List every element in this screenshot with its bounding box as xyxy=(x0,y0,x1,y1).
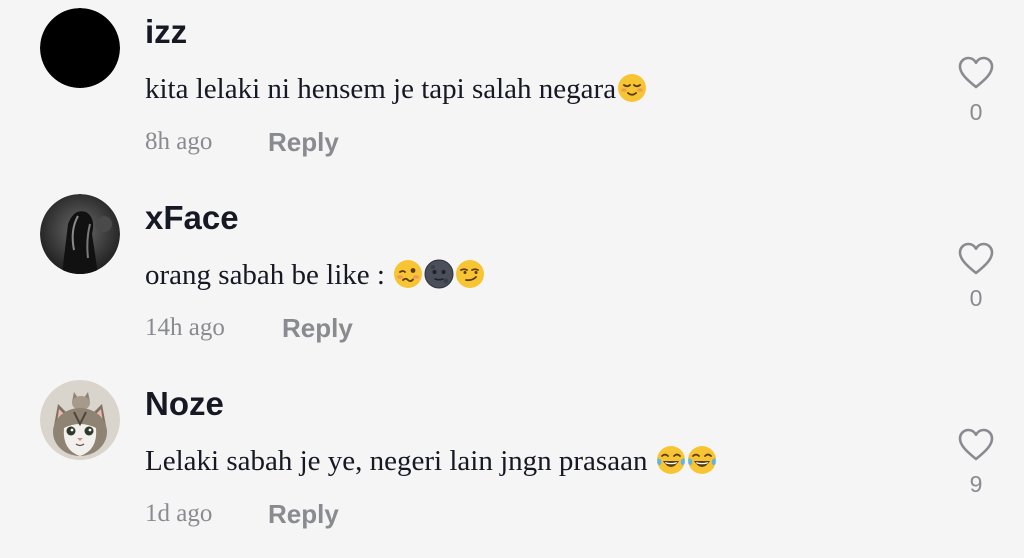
black-circle-avatar-icon xyxy=(40,8,120,88)
comment-item: izz kita lelaki ni hensem je tapi salah … xyxy=(0,0,1024,186)
avatar[interactable] xyxy=(40,8,120,88)
comment-item: Noze Lelaki sabah je ye, negeri lain jng… xyxy=(0,372,1024,558)
like-count: 0 xyxy=(969,285,983,311)
comment-text-content: orang sabah be like : xyxy=(145,259,393,291)
like-count: 9 xyxy=(969,471,983,497)
like-button[interactable]: 0 xyxy=(950,242,1002,322)
relieved-face-icon xyxy=(618,74,647,102)
smirking-face-icon xyxy=(456,260,485,288)
reply-button[interactable]: Reply xyxy=(268,497,339,531)
reply-button[interactable]: Reply xyxy=(282,311,353,345)
comment-text-content: Lelaki sabah je ye, negeri lain jngn pra… xyxy=(145,445,655,477)
heart-icon[interactable] xyxy=(958,56,994,90)
tears-of-joy-face-icon xyxy=(656,446,685,474)
avatar[interactable] xyxy=(40,380,120,460)
woozy-face-icon xyxy=(394,260,423,288)
new-moon-face-icon xyxy=(424,259,454,289)
avatar[interactable] xyxy=(40,194,120,274)
comment-text: kita lelaki ni hensem je tapi salah nega… xyxy=(145,70,647,108)
comment-username[interactable]: izz xyxy=(145,12,187,52)
comment-timestamp: 14h ago xyxy=(145,314,225,341)
reply-button[interactable]: Reply xyxy=(268,125,339,159)
cat-photo-avatar-icon xyxy=(40,380,120,460)
like-count: 0 xyxy=(969,99,983,125)
heart-icon[interactable] xyxy=(958,428,994,462)
like-button[interactable]: 0 xyxy=(950,56,1002,136)
like-button[interactable]: 9 xyxy=(950,428,1002,508)
tears-of-joy-face-icon xyxy=(687,446,716,474)
comment-text: Lelaki sabah je ye, negeri lain jngn pra… xyxy=(145,442,717,480)
heart-icon[interactable] xyxy=(958,242,994,276)
comment-item: xFace orang sabah be like : 14h ago Repl… xyxy=(0,186,1024,372)
comment-text-content: kita lelaki ni hensem je tapi salah nega… xyxy=(145,73,617,105)
comment-username[interactable]: xFace xyxy=(145,198,239,238)
comment-timestamp: 1d ago xyxy=(145,500,213,527)
comment-text: orang sabah be like : xyxy=(145,256,485,294)
dark-photo-avatar-icon xyxy=(40,194,120,274)
comment-timestamp: 8h ago xyxy=(145,128,213,155)
comment-username[interactable]: Noze xyxy=(145,384,224,424)
